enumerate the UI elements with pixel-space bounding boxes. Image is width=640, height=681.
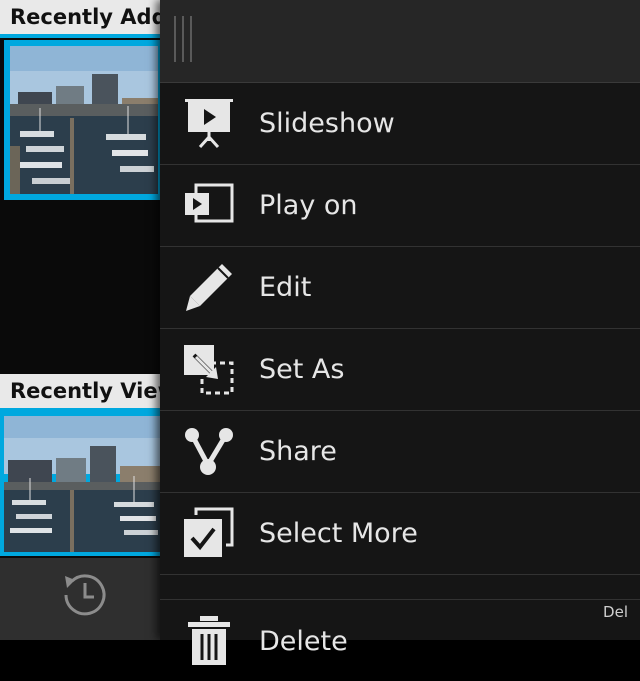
menu-item-edit[interactable]: Edit xyxy=(160,247,640,329)
menu-item-label: Slideshow xyxy=(259,108,395,139)
select-more-icon xyxy=(182,507,236,561)
harbor-photo xyxy=(10,46,158,194)
menu-item-select-more[interactable]: Select More xyxy=(160,493,640,575)
menu-item-slideshow[interactable]: Slideshow xyxy=(160,83,640,165)
photo-thumbnail[interactable] xyxy=(0,412,162,556)
harbor-photo xyxy=(4,416,162,552)
overflow-menu: Slideshow Play on Edit Set As Share Sele… xyxy=(160,0,640,665)
slideshow-icon xyxy=(182,97,236,151)
share-icon xyxy=(182,425,236,479)
menu-item-delete[interactable]: Delete xyxy=(160,599,640,681)
delete-shortcut-label: Del xyxy=(603,603,628,621)
menu-item-label: Delete xyxy=(259,626,348,657)
menu-item-set-as[interactable]: Set As xyxy=(160,329,640,411)
trash-icon xyxy=(182,614,236,668)
photo-thumbnail-selected[interactable] xyxy=(4,40,160,200)
menu-item-label: Edit xyxy=(259,272,312,303)
history-icon[interactable] xyxy=(56,566,114,624)
set-as-icon xyxy=(182,343,236,397)
menu-header xyxy=(160,0,640,83)
menu-item-play-on[interactable]: Play on xyxy=(160,165,640,247)
play-on-icon xyxy=(182,179,236,233)
menu-item-label: Share xyxy=(259,436,337,467)
menu-item-label: Set As xyxy=(259,354,345,385)
menu-item-label: Play on xyxy=(259,190,358,221)
pencil-icon xyxy=(182,261,236,315)
menu-item-label: Select More xyxy=(259,518,418,549)
drag-handle-icon[interactable] xyxy=(174,16,196,62)
menu-item-share[interactable]: Share xyxy=(160,411,640,493)
